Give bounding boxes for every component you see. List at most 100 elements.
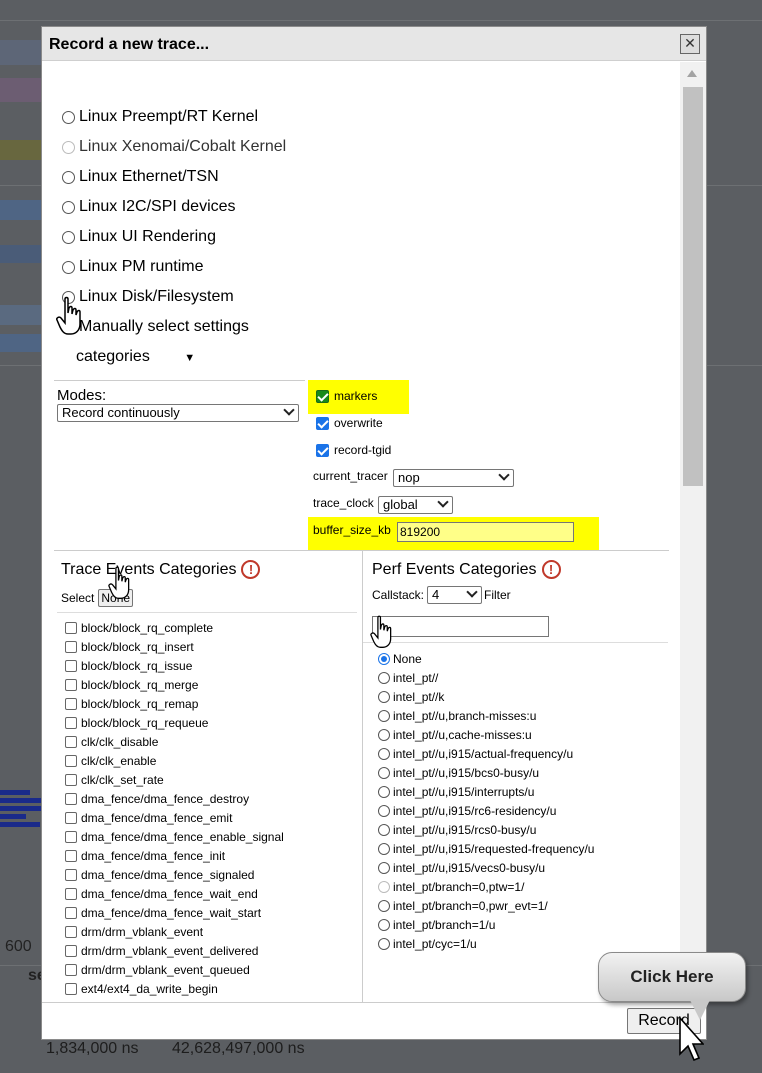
perf-event-radio[interactable] xyxy=(378,728,390,741)
trace-event-checkbox[interactable] xyxy=(65,716,77,729)
trace-event-checkbox[interactable] xyxy=(65,944,77,957)
perf-event-radio[interactable] xyxy=(378,785,390,798)
overwrite-checkbox[interactable] xyxy=(316,416,329,430)
buffer-size-input[interactable]: 819200 xyxy=(397,522,574,542)
trace-event-checkbox[interactable] xyxy=(65,830,77,843)
trace-event-checkbox[interactable] xyxy=(65,621,77,634)
perf-event-radio[interactable] xyxy=(378,766,390,779)
trace-event-checkbox[interactable] xyxy=(65,773,77,786)
preset-option[interactable]: Linux UI Rendering xyxy=(62,226,216,248)
trace-event-item[interactable]: ext4/ext4_da_write_begin xyxy=(65,979,284,998)
trace-event-checkbox[interactable] xyxy=(65,906,77,919)
perf-event-item[interactable]: intel_pt//u,i915/interrupts/u xyxy=(378,782,594,801)
perf-event-radio[interactable] xyxy=(378,747,390,760)
callstack-select[interactable]: 4 xyxy=(427,586,483,604)
perf-event-item[interactable]: intel_pt/branch=0,pwr_evt=1/ xyxy=(378,896,594,915)
perf-event-radio[interactable] xyxy=(378,937,390,950)
trace-event-item[interactable]: drm/drm_vblank_event xyxy=(65,922,284,941)
markers-option[interactable]: markers xyxy=(316,389,377,403)
preset-radio[interactable] xyxy=(62,110,75,124)
perf-event-radio[interactable] xyxy=(378,804,390,817)
trace-event-item[interactable]: clk/clk_disable xyxy=(65,732,284,751)
perf-event-radio[interactable] xyxy=(378,918,390,931)
trace-event-checkbox[interactable] xyxy=(65,659,77,672)
trace-event-checkbox[interactable] xyxy=(65,963,77,976)
current-tracer-select[interactable]: nop xyxy=(393,469,514,487)
perf-event-radio[interactable] xyxy=(378,899,390,912)
trace-event-checkbox[interactable] xyxy=(65,697,77,710)
perf-event-item[interactable]: intel_pt//u,i915/bcs0-busy/u xyxy=(378,763,594,782)
modes-select[interactable]: Record continuously xyxy=(57,404,299,422)
perf-event-item[interactable]: intel_pt//u,i915/vecs0-busy/u xyxy=(378,858,594,877)
trace-event-item[interactable]: dma_fence/dma_fence_init xyxy=(65,846,284,865)
trace-event-checkbox[interactable] xyxy=(65,982,77,995)
perf-event-item[interactable]: intel_pt//u,cache-misses:u xyxy=(378,725,594,744)
trace-event-item[interactable]: block/block_rq_merge xyxy=(65,675,284,694)
overwrite-option[interactable]: overwrite xyxy=(316,416,383,430)
trace-event-checkbox[interactable] xyxy=(65,678,77,691)
perf-event-radio[interactable] xyxy=(378,709,390,722)
trace-event-checkbox[interactable] xyxy=(65,887,77,900)
perf-event-radio[interactable] xyxy=(378,690,390,703)
trace-clock-select[interactable]: global xyxy=(378,496,453,514)
trace-event-checkbox[interactable] xyxy=(65,792,77,805)
close-icon[interactable]: ✕ xyxy=(680,34,700,54)
trace-event-item[interactable]: dma_fence/dma_fence_enable_signal xyxy=(65,827,284,846)
trace-event-checkbox[interactable] xyxy=(65,849,77,862)
warning-icon[interactable]: ! xyxy=(241,560,261,579)
perf-event-item[interactable]: intel_pt//k xyxy=(378,687,594,706)
preset-option[interactable]: Linux I2C/SPI devices xyxy=(62,196,236,218)
trace-event-item[interactable]: dma_fence/dma_fence_wait_end xyxy=(65,884,284,903)
trace-event-checkbox[interactable] xyxy=(65,735,77,748)
trace-event-checkbox[interactable] xyxy=(65,754,77,767)
trace-event-checkbox[interactable] xyxy=(65,868,77,881)
trace-event-item[interactable]: drm/drm_vblank_event_queued xyxy=(65,960,284,979)
preset-option[interactable]: Linux Disk/Filesystem xyxy=(62,286,234,308)
warning-icon[interactable]: ! xyxy=(541,560,561,579)
preset-option[interactable]: Linux Preempt/RT Kernel xyxy=(62,106,258,128)
trace-event-item[interactable]: dma_fence/dma_fence_wait_start xyxy=(65,903,284,922)
preset-radio[interactable] xyxy=(62,230,75,244)
markers-checkbox[interactable] xyxy=(316,389,329,403)
scrollbar-thumb[interactable] xyxy=(683,87,703,486)
scroll-up-icon[interactable] xyxy=(687,70,697,77)
trace-event-item[interactable]: block/block_rq_remap xyxy=(65,694,284,713)
record-tgid-option[interactable]: record-tgid xyxy=(316,443,391,457)
trace-event-item[interactable]: clk/clk_enable xyxy=(65,751,284,770)
trace-event-item[interactable]: dma_fence/dma_fence_destroy xyxy=(65,789,284,808)
perf-event-item[interactable]: intel_pt//u,i915/rcs0-busy/u xyxy=(378,820,594,839)
perf-event-radio[interactable] xyxy=(378,842,390,855)
perf-event-item[interactable]: intel_pt/branch=1/u xyxy=(378,915,594,934)
dialog-scrollbar[interactable] xyxy=(680,62,706,1002)
categories-toggle[interactable]: categories ▼ xyxy=(76,348,195,366)
trace-event-checkbox[interactable] xyxy=(65,640,77,653)
trace-event-item[interactable]: dma_fence/dma_fence_signaled xyxy=(65,865,284,884)
trace-event-item[interactable]: block/block_rq_complete xyxy=(65,618,284,637)
record-tgid-checkbox[interactable] xyxy=(316,443,329,457)
trace-event-item[interactable]: drm/drm_vblank_event_delivered xyxy=(65,941,284,960)
perf-event-item[interactable]: intel_pt//u,i915/actual-frequency/u xyxy=(378,744,594,763)
preset-radio[interactable] xyxy=(62,200,75,214)
perf-event-radio[interactable] xyxy=(378,823,390,836)
perf-event-item[interactable]: None xyxy=(378,649,594,668)
trace-event-item[interactable]: dma_fence/dma_fence_emit xyxy=(65,808,284,827)
trace-event-item[interactable]: block/block_rq_requeue xyxy=(65,713,284,732)
perf-event-radio[interactable] xyxy=(378,671,390,684)
perf-event-item[interactable]: intel_pt//u,i915/requested-frequency/u xyxy=(378,839,594,858)
preset-option[interactable]: Linux PM runtime xyxy=(62,256,204,278)
trace-event-checkbox[interactable] xyxy=(65,925,77,938)
filter-input[interactable] xyxy=(372,616,549,637)
perf-event-radio[interactable] xyxy=(378,861,390,874)
perf-event-radio[interactable] xyxy=(378,652,390,665)
perf-event-item[interactable]: intel_pt//u,i915/rc6-residency/u xyxy=(378,801,594,820)
perf-event-item[interactable]: intel_pt//u,branch-misses:u xyxy=(378,706,594,725)
preset-option[interactable]: Manually select settings xyxy=(62,316,249,338)
perf-event-item[interactable]: intel_pt// xyxy=(378,668,594,687)
dialog-content[interactable]: Linux Preempt/RT Kernel Linux Xenomai/Cob… xyxy=(42,62,706,1002)
preset-option[interactable]: Linux Ethernet/TSN xyxy=(62,166,219,188)
trace-event-item[interactable]: block/block_rq_insert xyxy=(65,637,284,656)
trace-event-item[interactable]: block/block_rq_issue xyxy=(65,656,284,675)
trace-event-item[interactable]: clk/clk_set_rate xyxy=(65,770,284,789)
preset-radio[interactable] xyxy=(62,260,75,274)
trace-event-checkbox[interactable] xyxy=(65,811,77,824)
